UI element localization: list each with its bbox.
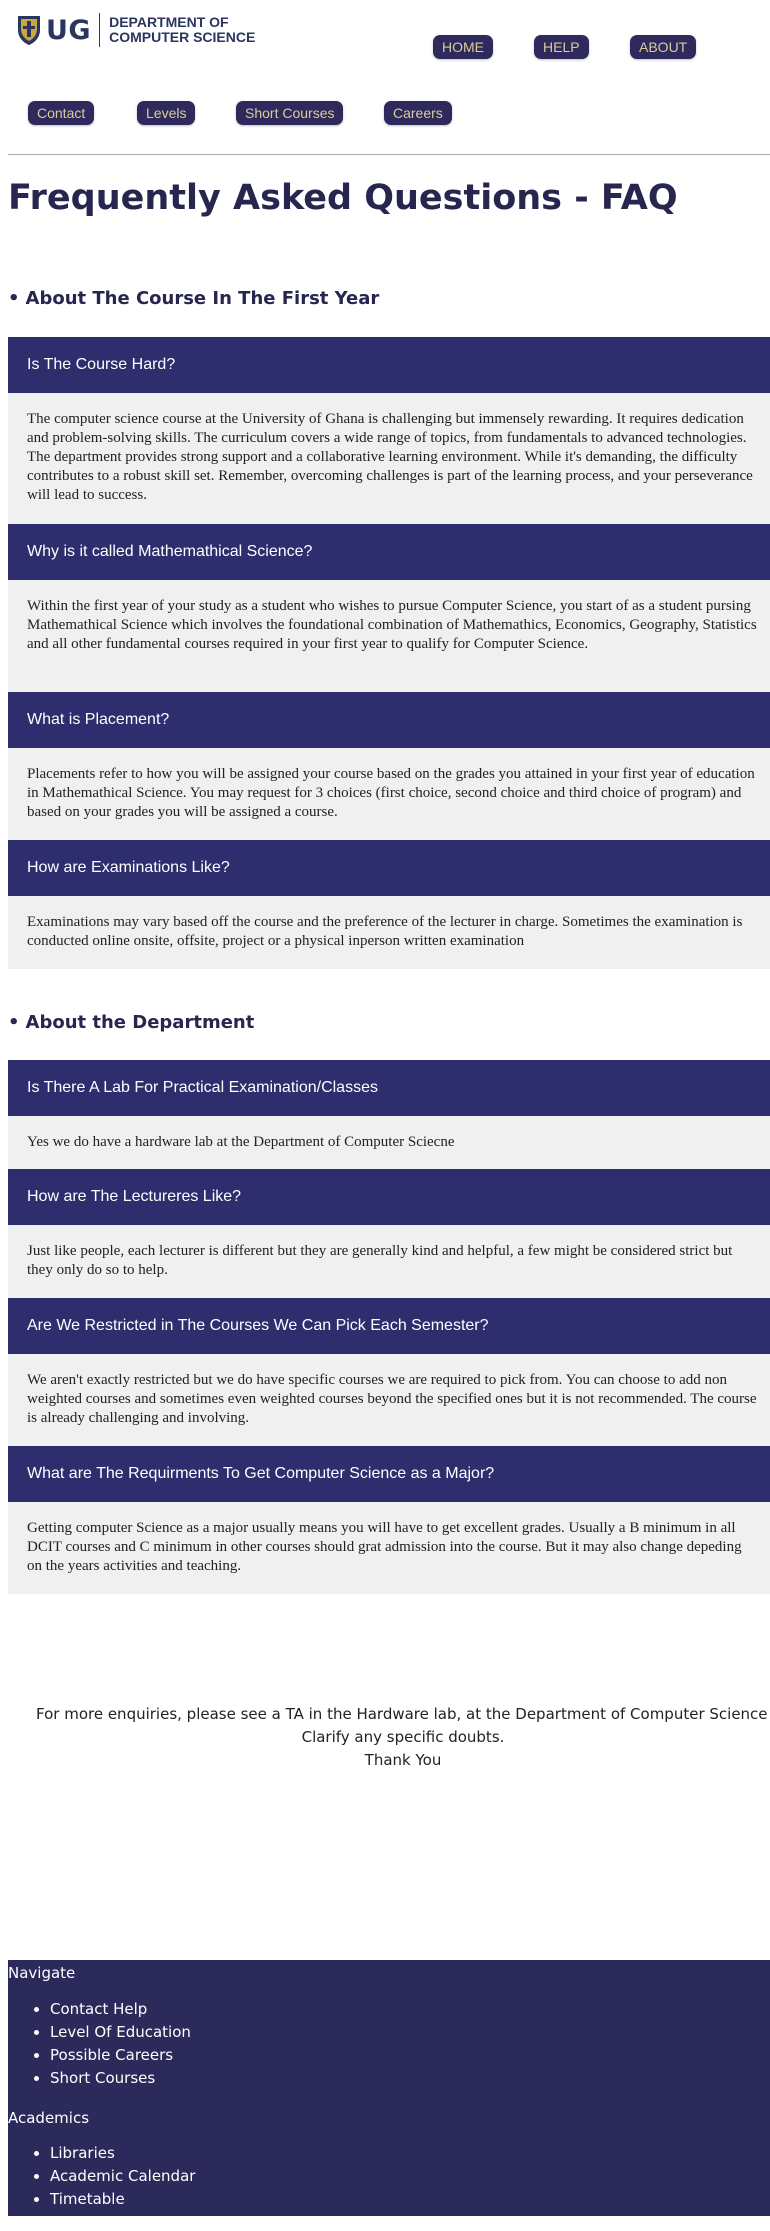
footer-link-academic-calendar[interactable]: Academic Calendar [50, 2165, 750, 2188]
enquiry-note: For more enquiries, please see a TA in t… [36, 1703, 770, 1772]
faq-answer: Yes we do have a hardware lab at the Dep… [8, 1116, 770, 1169]
footer-link-possible-careers[interactable]: Possible Careers [50, 2044, 750, 2067]
page-title: Frequently Asked Questions - FAQ [8, 178, 678, 218]
footer: Navigate Contact Help Level Of Education… [8, 1960, 770, 2216]
department-line-1: DEPARTMENT OF [109, 14, 229, 30]
faq-item: Are We Restricted in The Courses We Can … [8, 1298, 770, 1446]
subnav-contact-button[interactable]: Contact [28, 101, 95, 125]
faq-item: Is There A Lab For Practical Examination… [8, 1060, 770, 1169]
faq-item: What is Placement? Placements refer to h… [8, 692, 770, 840]
footer-academics-list: Libraries Academic Calendar Timetable [8, 2142, 750, 2211]
subnav-careers-button[interactable]: Careers [384, 101, 452, 125]
faq-answer: Just like people, each lecturer is diffe… [8, 1225, 770, 1298]
faq-answer: Within the first year of your study as a… [8, 580, 770, 692]
faq-question[interactable]: Is The Course Hard? [8, 337, 770, 393]
footer-link-libraries[interactable]: Libraries [50, 2142, 750, 2165]
faq-item: How are Examinations Like? Examinations … [8, 840, 770, 969]
enquiry-line-2: Clarify any specific doubts. [301, 1728, 505, 1746]
nav-help-button[interactable]: HELP [534, 35, 589, 59]
enquiry-line-1: For more enquiries, please see a TA in t… [36, 1705, 770, 1723]
footer-link-timetable[interactable]: Timetable [50, 2188, 750, 2211]
faq-question[interactable]: Why is it called Mathemathical Science? [8, 524, 770, 580]
section-heading-text: About the Department [25, 1012, 255, 1033]
bullet-icon: • [8, 1012, 20, 1033]
faq-answer: Placements refer to how you will be assi… [8, 748, 770, 840]
footer-navigate-list: Contact Help Level Of Education Possible… [8, 1998, 750, 2090]
header-divider [8, 154, 770, 155]
logo-text: UG [46, 14, 92, 46]
department-line-2: COMPUTER SCIENCE [109, 29, 256, 45]
enquiry-line-3: Thank You [364, 1751, 442, 1769]
section-heading-first-year: • About The Course In The First Year [8, 288, 379, 309]
footer-link-level-of-education[interactable]: Level Of Education [50, 2021, 750, 2044]
footer-link-contact-help[interactable]: Contact Help [50, 1998, 750, 2021]
nav-about-button[interactable]: ABOUT [630, 35, 697, 59]
footer-link-short-courses[interactable]: Short Courses [50, 2067, 750, 2090]
section-heading-department: • About the Department [8, 1012, 254, 1033]
faq-question[interactable]: What are The Requirments To Get Computer… [8, 1446, 770, 1502]
ug-logo[interactable]: UG DEPARTMENT OF COMPUTER SCIENCE [16, 12, 255, 48]
department-name: DEPARTMENT OF COMPUTER SCIENCE [109, 15, 255, 45]
faq-question[interactable]: What is Placement? [8, 692, 770, 748]
faq-question[interactable]: How are Examinations Like? [8, 840, 770, 896]
faq-item: How are The Lectureres Like? Just like p… [8, 1169, 770, 1298]
logo-divider [99, 13, 101, 47]
faq-item: Why is it called Mathemathical Science? … [8, 524, 770, 692]
faq-answer: Examinations may vary based off the cour… [8, 896, 770, 969]
ug-crest-icon [18, 16, 40, 45]
footer-navigate-heading: Navigate [8, 1964, 76, 1982]
nav-home-button[interactable]: HOME [433, 35, 493, 59]
faq-question[interactable]: How are The Lectureres Like? [8, 1169, 770, 1225]
faq-answer: We aren't exactly restricted but we do h… [8, 1354, 770, 1446]
footer-academics-heading: Academics [8, 2109, 90, 2127]
bullet-icon: • [8, 288, 20, 309]
section-heading-text: About The Course In The First Year [25, 288, 380, 309]
faq-question[interactable]: Is There A Lab For Practical Examination… [8, 1060, 770, 1116]
faq-answer: Getting computer Science as a major usua… [8, 1502, 770, 1594]
faq-question[interactable]: Are We Restricted in The Courses We Can … [8, 1298, 770, 1354]
subnav-short-courses-button[interactable]: Short Courses [236, 101, 344, 125]
faq-item: What are The Requirments To Get Computer… [8, 1446, 770, 1594]
subnav-levels-button[interactable]: Levels [137, 101, 196, 125]
